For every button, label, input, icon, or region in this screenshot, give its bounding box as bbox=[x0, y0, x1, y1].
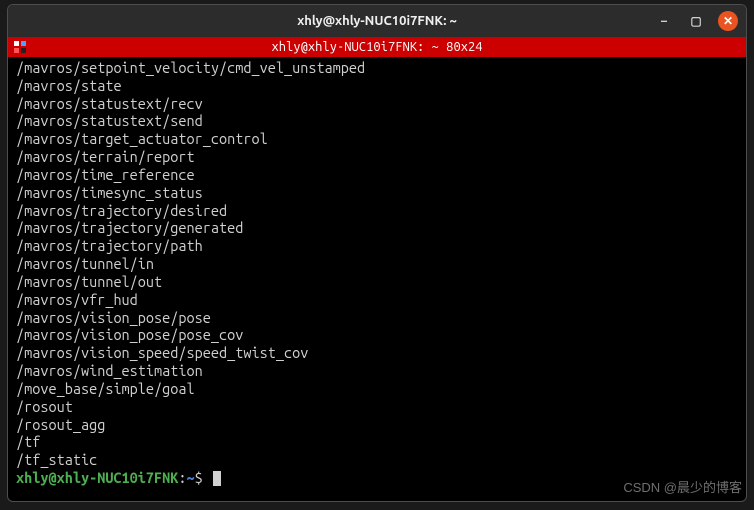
terminal-line: /mavros/state bbox=[16, 77, 738, 95]
prompt-symbol: $ bbox=[195, 469, 211, 486]
terminal-line: /tf_static bbox=[16, 451, 738, 469]
terminal-line: /tf bbox=[16, 433, 738, 451]
terminal-line: /mavros/setpoint_velocity/cmd_vel_unstam… bbox=[16, 59, 738, 77]
terminal-line: /rosout_agg bbox=[16, 416, 738, 434]
terminal-window: xhly@xhly-NUC10i7FNK: ~ – ▢ ✕ xhly@xhly-… bbox=[7, 4, 747, 502]
terminal-line: /mavros/wind_estimation bbox=[16, 362, 738, 380]
titlebar: xhly@xhly-NUC10i7FNK: ~ – ▢ ✕ bbox=[8, 5, 746, 37]
terminal-line: /mavros/statustext/recv bbox=[16, 95, 738, 113]
terminal-line: /mavros/vision_speed/speed_twist_cov bbox=[16, 344, 738, 362]
terminal-line: /mavros/timesync_status bbox=[16, 184, 738, 202]
prompt-sep: : bbox=[178, 469, 186, 486]
window-title: xhly@xhly-NUC10i7FNK: ~ bbox=[297, 14, 457, 28]
terminal-line: /mavros/trajectory/generated bbox=[16, 219, 738, 237]
close-button[interactable]: ✕ bbox=[718, 11, 738, 31]
cursor bbox=[213, 471, 221, 486]
prompt-line[interactable]: xhly@xhly-NUC10i7FNK:~$ bbox=[16, 469, 738, 487]
window-controls: – ▢ ✕ bbox=[654, 11, 738, 31]
terminal-line: /mavros/time_reference bbox=[16, 166, 738, 184]
terminal-line: /mavros/trajectory/desired bbox=[16, 202, 738, 220]
terminal-line: /mavros/tunnel/out bbox=[16, 273, 738, 291]
tab-bar: xhly@xhly-NUC10i7FNK: ~ 80x24 bbox=[8, 37, 746, 57]
terminal-line: /mavros/tunnel/in bbox=[16, 255, 738, 273]
terminal-line: /rosout bbox=[16, 398, 738, 416]
terminal-line: /move_base/simple/goal bbox=[16, 380, 738, 398]
terminal-line: /mavros/terrain/report bbox=[16, 148, 738, 166]
prompt-user-host: xhly@xhly-NUC10i7FNK bbox=[16, 469, 178, 486]
minimize-button[interactable]: – bbox=[654, 11, 674, 31]
terminal-line: /mavros/statustext/send bbox=[16, 112, 738, 130]
prompt-path: ~ bbox=[187, 469, 195, 486]
terminal-line: /mavros/target_actuator_control bbox=[16, 130, 738, 148]
split-icon[interactable] bbox=[12, 39, 28, 55]
terminal-line: /mavros/vfr_hud bbox=[16, 291, 738, 309]
terminal-line: /mavros/vision_pose/pose bbox=[16, 309, 738, 327]
tab-title: xhly@xhly-NUC10i7FNK: ~ 80x24 bbox=[271, 40, 482, 54]
terminal-line: /mavros/trajectory/path bbox=[16, 237, 738, 255]
maximize-button[interactable]: ▢ bbox=[686, 11, 706, 31]
terminal-line: /mavros/vision_pose/pose_cov bbox=[16, 326, 738, 344]
terminal-output[interactable]: /mavros/setpoint_velocity/cmd_vel_unstam… bbox=[8, 57, 746, 489]
